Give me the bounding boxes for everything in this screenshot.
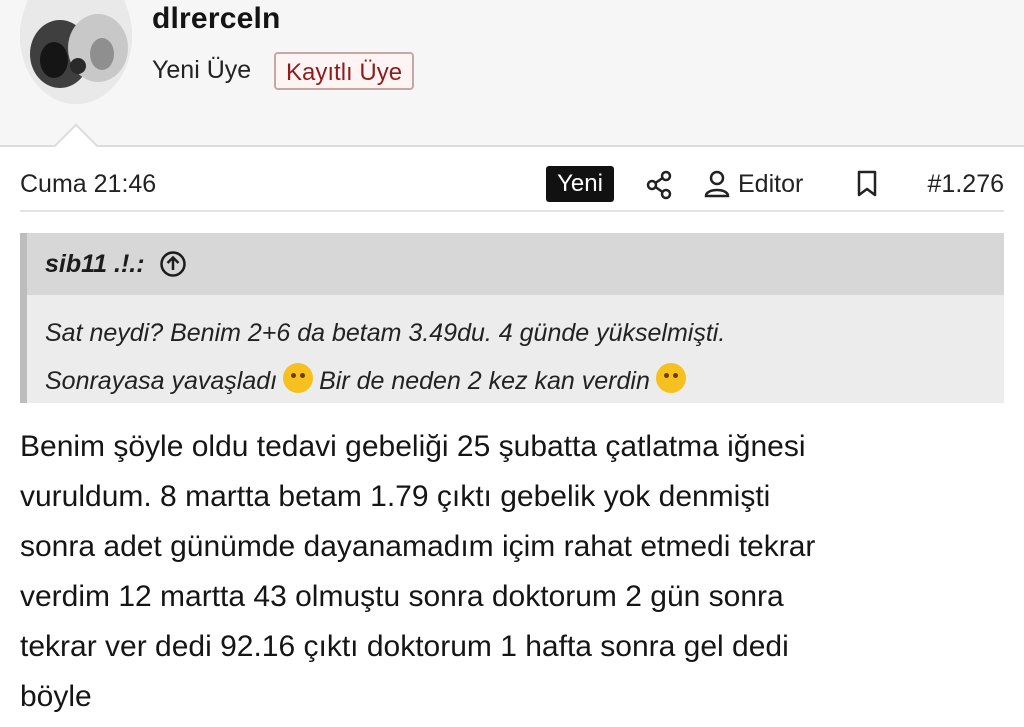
post-header-area: dlrerceln Yeni Üye Kayıtlı Üye [0, 0, 1024, 146]
bookmark-icon[interactable] [856, 170, 878, 198]
quote-text-a: Sonrayasa yavaşladı [45, 367, 278, 395]
tears-of-joy-emoji [283, 363, 314, 393]
registered-badge: Kayıtlı Üye [274, 52, 415, 90]
post-number[interactable]: #1.276 [928, 170, 1004, 199]
avatar[interactable] [20, 0, 132, 104]
editor-label: Editor [738, 169, 804, 198]
quote-line-1: Sat neydi? Benim 2+6 da betam 3.49du. 4 … [45, 319, 726, 347]
arrow-up-circle-icon[interactable] [159, 250, 187, 278]
quote-author[interactable]: sib11 .!.: [45, 250, 145, 279]
new-badge: Yeni [546, 166, 614, 202]
post-divider [20, 210, 1004, 212]
quote-header: sib11 .!.: [27, 233, 1004, 295]
editor-button[interactable]: Editor [704, 168, 803, 200]
post-date[interactable]: Cuma 21:46 [20, 170, 156, 199]
quote-body: Sat neydi? Benim 2+6 da betam 3.49du. 4 … [27, 295, 1004, 403]
message-line: Benim şöyle oldu tedavi gebeliği 25 şuba… [20, 430, 806, 463]
username[interactable]: dlrerceln [152, 2, 281, 36]
user-role: Yeni Üye [152, 56, 252, 84]
thinking-emoji [655, 363, 686, 393]
user-icon [704, 170, 730, 198]
quote-text-b: Bir de neden 2 kez kan verdin [319, 367, 650, 395]
header-divider [0, 145, 1024, 147]
message-line: böyle [20, 680, 92, 713]
quote-block: sib11 .!.: Sat neydi? Benim 2+6 da betam… [20, 233, 1004, 403]
message-line: vuruldum. 8 martta betam 1.79 çıktı gebe… [20, 480, 771, 513]
quote-line-2: Sonrayasa yavaşladı Bir de neden 2 kez ka… [45, 357, 986, 405]
avatar-image [20, 0, 132, 104]
post-message: Benim şöyle oldu tedavi gebeliği 25 şuba… [20, 422, 1010, 722]
message-line: sonra adet günümde dayanamadım içim raha… [20, 530, 816, 563]
share-icon[interactable] [644, 170, 674, 200]
message-line: verdim 12 martta 43 olmuştu sonra doktor… [20, 580, 784, 613]
message-line: tekrar ver dedi 92.16 çıktı doktorum 1 h… [20, 630, 789, 663]
